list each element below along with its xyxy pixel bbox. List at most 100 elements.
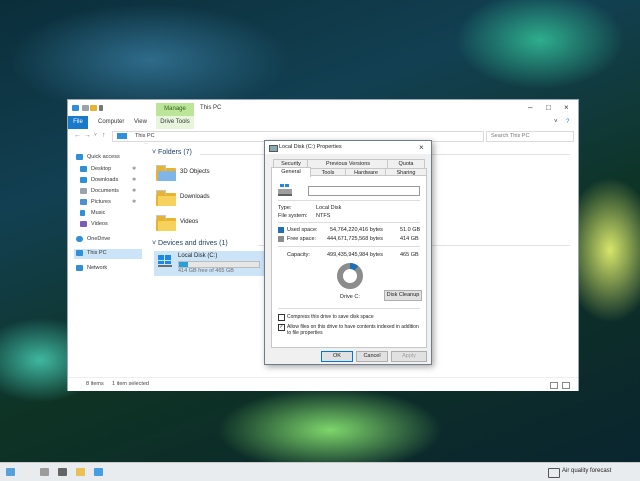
up-arrow-icon[interactable]: ↑	[102, 132, 106, 139]
drive-usage-fill	[179, 262, 188, 267]
nav-network[interactable]: Network	[74, 264, 142, 274]
status-bar: 8 items 1 item selected	[68, 377, 578, 391]
help-icon[interactable]: ?	[566, 119, 569, 125]
view-tab[interactable]: View	[134, 119, 147, 125]
forward-arrow-icon[interactable]: →	[84, 132, 91, 139]
free-space-label: Free space:	[287, 236, 317, 242]
search-icon[interactable]	[40, 468, 49, 476]
nav-label: Music	[91, 210, 106, 216]
disk-usage-donut	[337, 263, 363, 289]
taskbar: Air quality forecast	[0, 462, 640, 481]
nav-onedrive[interactable]: OneDrive	[74, 235, 142, 245]
folder-label[interactable]: Downloads	[180, 194, 210, 200]
pin-icon: ✱	[132, 188, 137, 194]
drive-label-input[interactable]	[308, 186, 420, 196]
nav-desktop[interactable]: Desktop ✱	[74, 165, 142, 175]
customize-toolbar-icon[interactable]	[99, 105, 103, 111]
recent-locations-icon[interactable]: ˅	[94, 132, 97, 139]
address-text: This PC	[135, 133, 155, 139]
cancel-button[interactable]: Cancel	[356, 351, 388, 362]
nav-label: Documents	[91, 188, 119, 194]
ribbon-tabs: File Computer View Drive Tools ˅ ?	[68, 116, 578, 130]
file-explorer-taskbar-icon[interactable]	[76, 468, 85, 476]
divider	[278, 308, 420, 309]
search-placeholder: Search This PC	[491, 133, 530, 139]
onedrive-cloud-icon	[76, 236, 83, 242]
properties-icon[interactable]	[82, 105, 89, 111]
compress-label: Compress this drive to save disk space	[287, 314, 374, 320]
nav-label: Pictures	[91, 199, 111, 205]
nav-this-pc[interactable]: This PC	[74, 249, 142, 259]
folder-3d-objects-icon[interactable]	[156, 165, 176, 181]
nav-downloads[interactable]: Downloads ✱	[74, 176, 142, 186]
tab-quota[interactable]: Quota	[387, 159, 425, 168]
free-space-swatch	[278, 236, 284, 242]
file-tab[interactable]: File	[68, 116, 88, 129]
nav-quick-access[interactable]: Quick access	[74, 153, 142, 163]
window-title: This PC	[200, 105, 222, 111]
search-input[interactable]: Search This PC	[486, 131, 574, 142]
details-view-icon[interactable]	[550, 382, 558, 389]
drive-c-tile[interactable]: Local Disk (C:) 414 GB free of 465 GB	[154, 251, 269, 276]
drives-group-header[interactable]: ˅ Devices and drives (1)	[152, 240, 228, 247]
selection-count: 1 item selected	[112, 381, 149, 387]
nav-pictures[interactable]: Pictures ✱	[74, 198, 142, 208]
nav-label: This PC	[87, 250, 107, 256]
large-icons-view-icon[interactable]	[562, 382, 570, 389]
air-quality-text[interactable]: Air quality forecast	[562, 468, 611, 474]
drive-free-text: 414 GB free of 465 GB	[178, 268, 234, 274]
nav-music[interactable]: Music	[74, 209, 142, 219]
tab-general[interactable]: General	[271, 167, 311, 177]
drive-caption: Drive C:	[340, 294, 360, 300]
documents-icon	[80, 188, 87, 194]
file-system-label: File system:	[278, 213, 308, 219]
folder-downloads-icon[interactable]	[156, 190, 176, 206]
pin-icon: ✱	[132, 177, 137, 183]
used-space-bytes: 54,764,220,416 bytes	[330, 227, 383, 233]
new-folder-icon[interactable]	[90, 105, 97, 111]
start-icon[interactable]	[6, 468, 15, 476]
capacity-bytes: 499,435,945,984 bytes	[327, 252, 383, 258]
type-label: Type:	[278, 205, 292, 211]
task-view-icon[interactable]	[58, 468, 67, 476]
index-checkbox[interactable]: ✓	[278, 324, 285, 331]
maximize-icon[interactable]: □	[546, 104, 551, 112]
dialog-title: Local Disk (C:) Properties	[279, 144, 342, 150]
apply-button[interactable]: Apply	[391, 351, 427, 362]
folders-group-header[interactable]: ˅ Folders (7)	[152, 149, 192, 156]
close-icon[interactable]: ×	[564, 104, 569, 112]
drive-tools-tab[interactable]: Drive Tools	[156, 116, 194, 129]
tab-previous-versions[interactable]: Previous Versions	[307, 159, 389, 168]
pictures-icon	[80, 199, 87, 205]
folder-label[interactable]: 3D Objects	[180, 169, 210, 175]
back-arrow-icon[interactable]: ←	[74, 132, 81, 139]
drive-icon	[278, 184, 292, 196]
nav-label: Videos	[91, 221, 108, 227]
nav-label: Quick access	[87, 154, 120, 160]
manage-context-tab[interactable]: Manage	[156, 103, 194, 116]
folder-label[interactable]: Videos	[180, 219, 198, 225]
minimize-icon[interactable]: –	[528, 104, 532, 112]
nav-documents[interactable]: Documents ✱	[74, 187, 142, 197]
folder-videos-icon[interactable]	[156, 215, 176, 231]
ribbon-expand-icon[interactable]: ˅	[554, 119, 558, 125]
drive-usage-bar	[178, 261, 260, 268]
computer-tab[interactable]: Computer	[98, 119, 124, 125]
divider	[278, 200, 420, 201]
nav-videos[interactable]: Videos	[74, 220, 142, 230]
this-pc-icon	[117, 133, 127, 139]
close-icon[interactable]: ×	[419, 143, 424, 152]
nav-label: OneDrive	[87, 236, 111, 242]
desktop-icon	[80, 166, 87, 172]
air-quality-icon[interactable]	[548, 468, 560, 478]
network-icon	[76, 265, 83, 271]
edge-icon[interactable]	[94, 468, 103, 476]
nav-label: Network	[87, 265, 108, 271]
disk-cleanup-button[interactable]: Disk Cleanup	[384, 290, 422, 301]
type-value: Local Disk	[316, 205, 342, 211]
downloads-icon	[80, 177, 87, 183]
index-label: Allow files on this drive to have conten…	[287, 324, 419, 336]
compress-checkbox[interactable]	[278, 314, 285, 321]
divider	[278, 222, 420, 223]
ok-button[interactable]: OK	[321, 351, 353, 362]
